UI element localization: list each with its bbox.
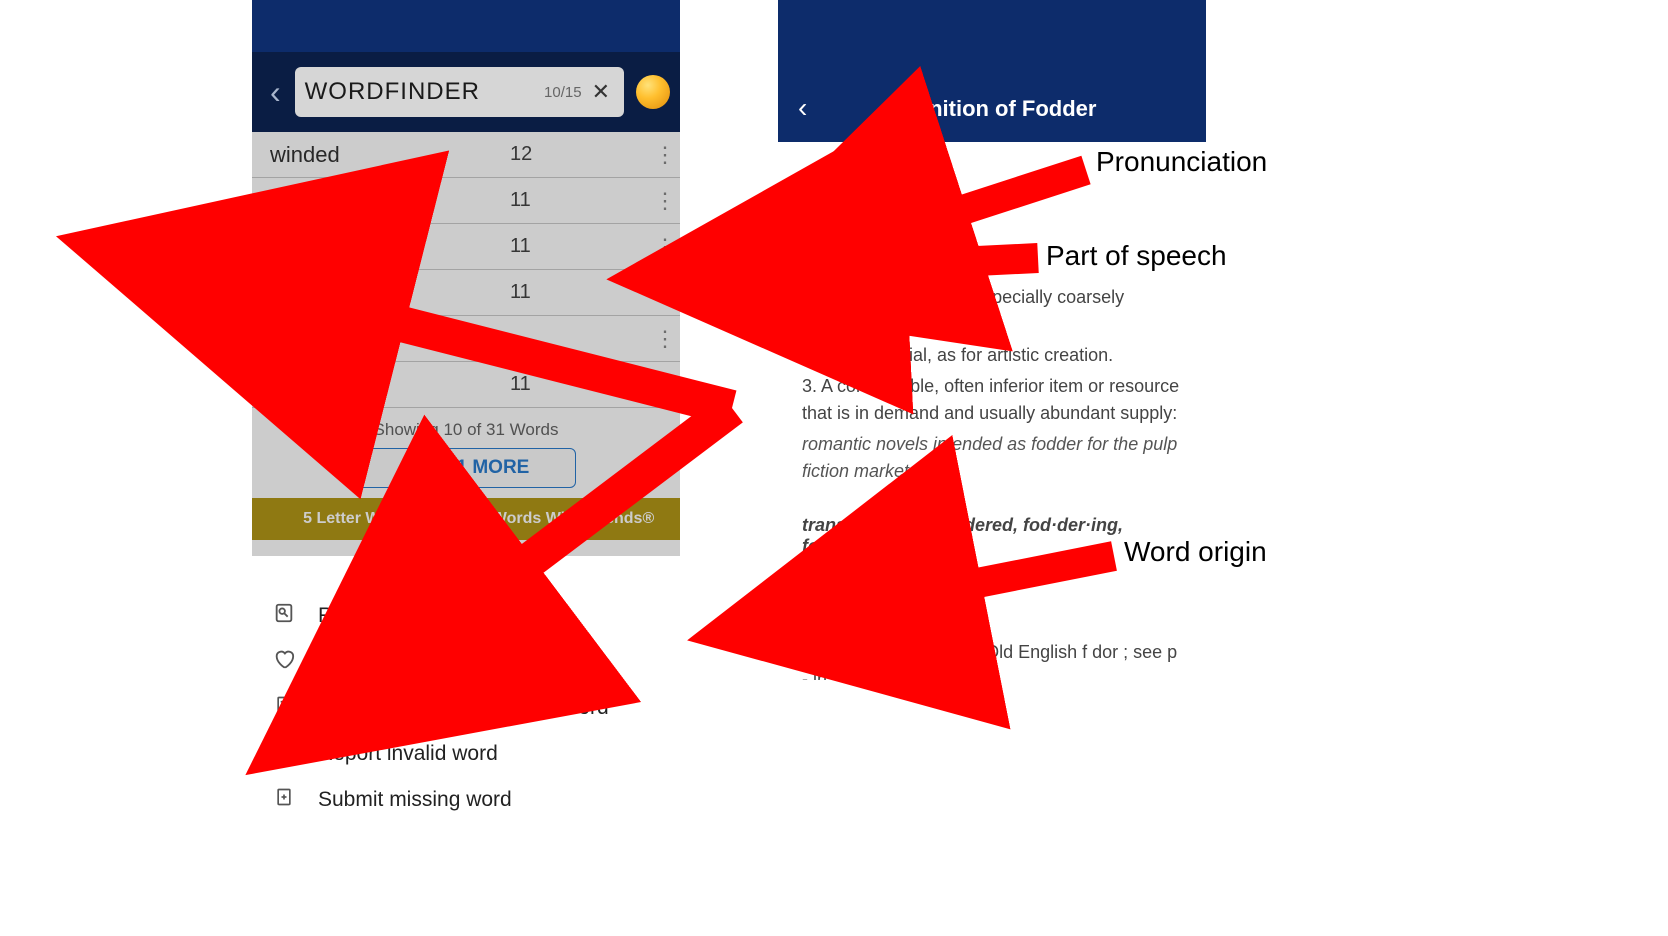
wordfinder-screen: ‹ WORDFINDER 10/15 ✕ winded 12 ⋮ downer … [252,0,680,556]
word-list: winded 12 ⋮ downer 11 ⋮ finder 11 ⋮ fodd… [252,132,680,488]
add-document-icon [272,786,296,814]
tab-wwf[interactable]: Words With Friends® [466,510,680,528]
menu-label: Read definition [318,604,458,628]
pronunciation-text: (fod·der) [834,218,899,238]
word-text: winded [270,142,510,168]
more-icon[interactable]: ⋮ [650,326,680,352]
origin-text: 1. Middle English from Old English f dor… [802,639,1182,680]
word-row[interactable]: finder 11 ⋮ [252,224,680,270]
more-icon[interactable]: ⋮ [650,280,680,306]
word-context-menu: Read definition Save this word See words… [252,570,680,823]
definition-header: ‹ Definition of Fodder [778,0,1206,142]
menu-label: See words containing this word [318,696,609,720]
showing-count: Showing 10 of 31 Words [252,408,680,448]
search-input[interactable]: WORDFINDER 10/15 ✕ [295,67,624,117]
word-text: fonder [270,372,510,398]
search-header: ‹ WORDFINDER 10/15 ✕ [252,52,680,132]
menu-read-definition[interactable]: Read definition [252,593,680,639]
annotation-label-pronunciation: Pronunciation [1096,146,1267,178]
sense-1: 1. Feed for livestock, especially coarse… [802,284,1182,338]
back-button[interactable]: ‹ [262,74,289,111]
document-icon [272,694,296,722]
word-row[interactable]: fodder 11 ⋮ [252,270,680,316]
edit-icon [272,740,296,768]
word-score: 11 [510,373,650,396]
coin-icon[interactable] [636,75,670,109]
menu-submit-missing[interactable]: Submit missing word [252,777,680,823]
heart-icon [272,648,296,676]
status-bar [252,0,680,52]
sense-3: 3. A consumable, often inferior item or … [802,373,1182,427]
word-text: foined [270,326,510,352]
search-query: WORDFINDER [305,78,538,106]
word-row[interactable]: foined ⋮ [252,316,680,362]
word-score: 11 [510,189,650,212]
more-icon[interactable]: ⋮ [650,188,680,214]
word-text: finder [270,234,510,260]
page-title: Definition of Fodder [778,96,1206,122]
clear-icon[interactable]: ✕ [588,79,614,105]
menu-report-invalid[interactable]: Report invalid word [252,731,680,777]
definition-icon [272,602,296,630]
tab-five-letter[interactable]: 5 Letter Words [252,510,466,528]
pronunciation-row: (fod·der) [802,215,1182,241]
word-score: 11 [510,281,650,304]
sense-2: 2. Raw material, as for artistic creatio… [802,342,1182,369]
word-score: 12 [510,143,650,166]
more-icon[interactable]: ⋮ [650,372,680,398]
more-icon[interactable]: ⋮ [650,234,680,260]
annotation-label-origin: Word origin [1124,536,1267,568]
menu-label: Report invalid word [318,742,498,766]
annotation-label-pos: Part of speech [1046,240,1227,272]
example-text: romantic novels intended as fodder for t… [802,431,1182,485]
word-text: fodder [270,280,510,306]
menu-label: Submit missing word [318,788,512,812]
definition-body: fodder (fod·der) noun 1. Feed for livest… [778,142,1206,680]
word-row[interactable]: downer 11 ⋮ [252,178,680,224]
drag-handle[interactable] [436,576,496,581]
bottom-tabs: 5 Letter Words Words With Friends® [252,498,680,540]
word-row[interactable]: fonder 11 ⋮ [252,362,680,408]
see-more-button[interactable]: SEE 21 MORE [356,448,576,488]
menu-label: Save this word [318,650,456,674]
word-score: 11 [510,235,650,258]
origin-heading: Origin of fodder [802,614,1182,635]
word-row[interactable]: winded 12 ⋮ [252,132,680,178]
menu-save-word[interactable]: Save this word [252,639,680,685]
word-text: downer [270,188,510,214]
menu-see-containing[interactable]: See words containing this word [252,685,680,731]
more-icon[interactable]: ⋮ [650,142,680,168]
search-count: 10/15 [538,84,588,101]
definition-screen: ‹ Definition of Fodder fodder (fod·der) … [778,0,1206,680]
speaker-icon[interactable] [802,215,824,241]
